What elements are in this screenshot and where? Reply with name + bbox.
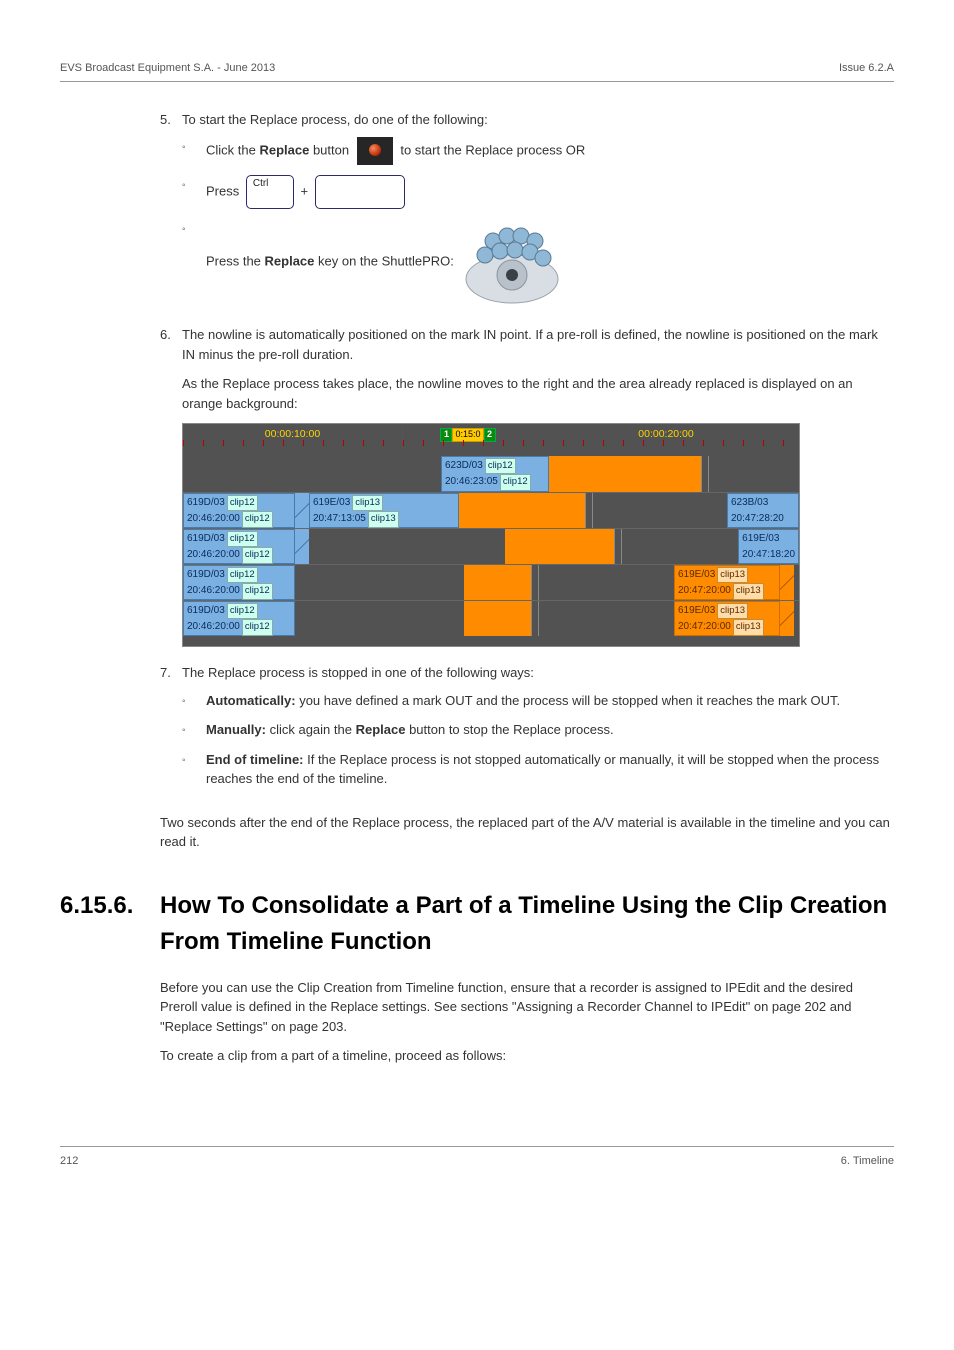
section-title: How To Consolidate a Part of a Timeline … — [160, 888, 894, 960]
step7-text: The Replace process is stopped in one of… — [182, 665, 534, 680]
shuttlepro-icon — [457, 219, 567, 305]
bullet: ◦ — [182, 720, 206, 740]
transition-icon — [295, 529, 309, 564]
header-left: EVS Broadcast Equipment S.A. - June 2013 — [60, 60, 275, 77]
step7-number: 7. — [160, 663, 182, 799]
step7-sub1: Automatically: you have defined a mark O… — [206, 691, 894, 711]
timeline-row: 619D/03clip12 20:46:20:00clip12 619E/03c… — [183, 492, 799, 528]
step6-p1: The nowline is automatically positioned … — [182, 327, 878, 362]
step6-p2: As the Replace process takes place, the … — [182, 374, 894, 413]
page-header: EVS Broadcast Equipment S.A. - June 2013… — [60, 60, 894, 82]
timeline-screenshot: 00:00:10:00 1 0:15:0 2 00:00:20:00 — [182, 423, 800, 647]
transition-icon — [780, 565, 794, 600]
ctrl-key-icon: Ctrl — [246, 175, 294, 209]
timeline-row: 619D/03clip12 20:46:20:00clip12 619E/03 … — [183, 528, 799, 564]
section-p1: Before you can use the Clip Creation fro… — [160, 978, 894, 1037]
section-p2: To create a clip from a part of a timeli… — [160, 1046, 894, 1066]
bullet: ◦ — [182, 137, 206, 165]
blank-key-icon — [315, 175, 405, 209]
step5-sub1: Click the Replace button to start the Re… — [206, 137, 894, 165]
page-footer: 212 6. Timeline — [60, 1146, 894, 1170]
timeline-row: 623D/03clip12 20:46:23:05clip12 — [183, 456, 799, 492]
footer-page-number: 212 — [60, 1153, 78, 1170]
step6-number: 6. — [160, 325, 182, 647]
step5-number: 5. — [160, 110, 182, 316]
bullet: ◦ — [182, 750, 206, 789]
section-number: 6.15.6. — [60, 888, 160, 960]
section-heading: 6.15.6. How To Consolidate a Part of a T… — [60, 888, 894, 960]
footer-chapter: 6. Timeline — [841, 1153, 894, 1170]
header-right: Issue 6.2.A — [839, 60, 894, 77]
bullet: ◦ — [182, 691, 206, 711]
replace-button-icon — [357, 137, 393, 165]
closing-paragraph: Two seconds after the end of the Replace… — [160, 813, 894, 852]
step7-sub2: Manually: click again the Replace button… — [206, 720, 894, 740]
step5-text: To start the Replace process, do one of … — [182, 112, 488, 127]
transition-icon — [295, 493, 309, 528]
timeline-ruler: 00:00:10:00 1 0:15:0 2 00:00:20:00 — [183, 424, 799, 446]
timeline-row: 619D/03clip12 20:46:20:00clip12 619E/03c… — [183, 600, 799, 636]
step5-sub2: Press Ctrl + — [206, 175, 894, 209]
bullet: ◦ — [182, 219, 206, 305]
transition-icon — [780, 601, 794, 636]
step7-sub3: End of timeline: If the Replace process … — [206, 750, 894, 789]
timeline-row: 619D/03clip12 20:46:20:00clip12 619E/03c… — [183, 564, 799, 600]
step5-sub3: Press the Replace key on the ShuttlePRO: — [206, 219, 894, 305]
bullet: ◦ — [182, 175, 206, 209]
